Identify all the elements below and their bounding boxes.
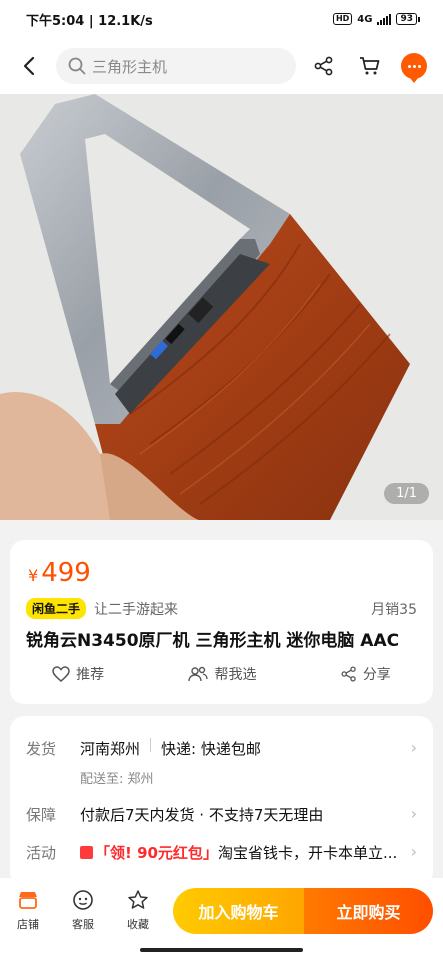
- search-query: 三角形主机: [92, 57, 168, 76]
- help-choose-label: 帮我选: [214, 667, 257, 683]
- price: ¥ 499: [28, 558, 91, 588]
- buy-now-button[interactable]: 立即购买: [304, 888, 433, 934]
- favorite-label: 收藏: [127, 918, 149, 931]
- back-button[interactable]: [12, 46, 46, 86]
- store-tab[interactable]: 店铺: [8, 888, 48, 932]
- guarantee-text: 付款后7天内发货 · 不支持7天无理由: [80, 806, 324, 824]
- recommend-label: 推荐: [76, 667, 105, 683]
- coupon-text: 「领! 90元红包」: [95, 844, 218, 862]
- store-label: 店铺: [17, 918, 39, 931]
- detail-card: 发货 河南郑州 快递: 快递包邮 › 配送至: 郑州 保障 付款后7天内发货 ·…: [10, 716, 433, 886]
- currency-symbol: ¥: [28, 566, 39, 585]
- guarantee-label: 保障: [26, 806, 57, 824]
- guarantee-row[interactable]: 保障 付款后7天内发货 · 不支持7天无理由 ›: [26, 804, 417, 825]
- share-button[interactable]: [309, 51, 339, 81]
- shipping-express: 快递: 快递包邮: [161, 740, 261, 758]
- promo-row[interactable]: 活动 「领! 90元红包」淘宝省钱卡，开卡本单立... ›: [26, 842, 417, 863]
- share-icon: [314, 56, 333, 76]
- favorite-tab[interactable]: 收藏: [118, 888, 158, 932]
- store-icon: [19, 892, 37, 909]
- battery-icon: 93: [396, 13, 420, 25]
- monthly-sales: 月销35: [371, 601, 417, 618]
- tag-row: 闲鱼二手 让二手游起来 月销35: [26, 598, 417, 619]
- signal-icon: [377, 13, 392, 25]
- heart-icon: [52, 666, 70, 682]
- clock: 下午5:04: [26, 13, 85, 29]
- share-action-button[interactable]: 分享: [341, 664, 391, 684]
- cart-button[interactable]: [355, 51, 385, 81]
- product-image[interactable]: 1/1: [0, 94, 443, 520]
- top-nav: 三角形主机: [0, 38, 443, 94]
- chevron-right-icon: ›: [410, 738, 417, 757]
- star-icon: [128, 890, 148, 909]
- more-button[interactable]: [401, 53, 427, 83]
- chevron-right-icon: ›: [410, 804, 417, 823]
- price-card: ¥ 499 闲鱼二手 让二手游起来 月销35 锐角云N3450原厂机 三角形主机…: [10, 540, 433, 704]
- back-arrow-icon: [23, 56, 35, 76]
- promo-text: 淘宝省钱卡，开卡本单立...: [217, 844, 398, 862]
- network-type: 4G: [357, 13, 373, 25]
- bottom-bar: 店铺 客服 收藏 加入购物车 立即购买: [0, 878, 443, 960]
- share-icon: [341, 666, 356, 682]
- network-speed: 12.1K/s: [98, 13, 153, 29]
- search-icon: [68, 57, 86, 75]
- red-packet-icon: [80, 846, 93, 859]
- share-label: 分享: [362, 667, 391, 683]
- recommend-button[interactable]: 推荐: [52, 664, 104, 684]
- status-bar: 下午5:04 | 12.1K/s HD 4G 93: [0, 0, 443, 38]
- image-counter: 1/1: [384, 483, 429, 504]
- home-indicator: [140, 948, 303, 952]
- nav-icons: [309, 51, 431, 83]
- service-label: 客服: [72, 918, 94, 931]
- add-to-cart-button[interactable]: 加入购物车: [173, 888, 304, 934]
- promo-label: 活动: [26, 844, 57, 862]
- product-title: 锐角云N3450原厂机 三角形主机 迷你电脑 AAC: [26, 631, 400, 651]
- action-row: 推荐 帮我选 分享: [10, 664, 433, 684]
- mini-pc-photo: [0, 94, 443, 520]
- hd-icon: HD: [332, 13, 353, 25]
- help-choose-button[interactable]: 帮我选: [188, 664, 256, 684]
- deliver-to: 配送至: 郑州: [80, 772, 154, 787]
- search-input[interactable]: 三角形主机: [56, 48, 296, 84]
- cart-icon: [360, 57, 380, 75]
- status-left: 下午5:04 | 12.1K/s: [26, 13, 153, 29]
- badge-slogan: 让二手游起来: [94, 601, 179, 618]
- shipping-origin: 河南郑州: [80, 740, 141, 758]
- shipping-label: 发货: [26, 740, 57, 758]
- shipping-row[interactable]: 发货 河南郑州 快递: 快递包邮 ›: [26, 738, 417, 759]
- xianyu-badge[interactable]: 闲鱼二手: [26, 598, 87, 619]
- status-right: HD 4G 93: [332, 13, 420, 25]
- chevron-right-icon: ›: [410, 842, 417, 861]
- service-tab[interactable]: 客服: [63, 888, 103, 932]
- people-icon: [188, 666, 209, 682]
- price-value: 499: [41, 558, 91, 588]
- service-icon: [73, 890, 93, 910]
